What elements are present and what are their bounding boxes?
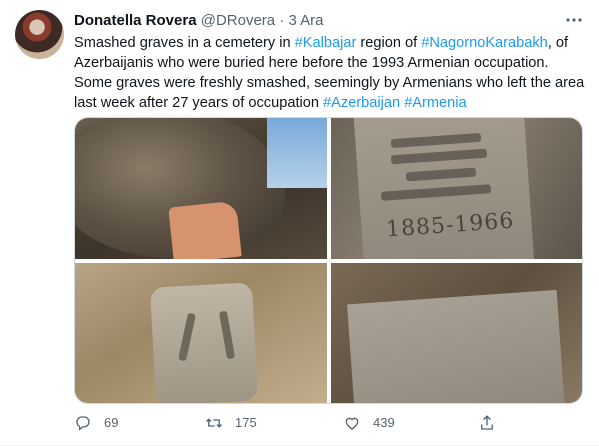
hashtag-link[interactable]: #NagornoKarabakh bbox=[421, 35, 548, 51]
more-horizontal-icon[interactable] bbox=[565, 12, 583, 28]
author-name[interactable]: Donatella Rovera bbox=[74, 12, 197, 29]
tweet-date[interactable]: 3 Ara bbox=[288, 12, 323, 29]
reply-icon bbox=[76, 416, 90, 431]
photo-broken-slab[interactable] bbox=[75, 263, 327, 403]
tweet-text-segment: region of bbox=[356, 35, 422, 51]
media-grid[interactable]: 1885-1966 bbox=[74, 117, 583, 404]
photo-smashed-grave[interactable] bbox=[331, 263, 582, 403]
retweet-button[interactable]: 175 bbox=[205, 413, 257, 433]
tweet-header: Donatella Rovera @DRovera · 3 Ara bbox=[74, 11, 584, 31]
retweet-icon bbox=[206, 418, 222, 428]
author-handle[interactable]: @DRovera bbox=[201, 12, 275, 29]
retweet-count: 175 bbox=[235, 415, 257, 430]
hashtag-link[interactable]: #Kalbajar bbox=[295, 35, 357, 51]
tweet[interactable]: Donatella Rovera @DRovera · 3 Ara Smashe… bbox=[0, 0, 599, 446]
share-icon bbox=[481, 415, 493, 430]
reply-button[interactable]: 69 bbox=[74, 413, 118, 433]
like-count: 439 bbox=[373, 415, 395, 430]
separator: · bbox=[279, 12, 285, 29]
avatar[interactable] bbox=[15, 10, 64, 59]
heart-icon bbox=[345, 417, 359, 430]
photo-engraved-slab[interactable]: 1885-1966 bbox=[331, 118, 582, 259]
reply-count: 69 bbox=[104, 415, 119, 430]
hashtag-link[interactable]: #Azerbaijan bbox=[323, 95, 400, 111]
share-button[interactable] bbox=[478, 413, 496, 433]
hashtag-link[interactable]: #Armenia bbox=[404, 95, 466, 111]
tweet-text-segment: Smashed graves in a cemetery in bbox=[74, 35, 295, 51]
tweet-text: Smashed graves in a cemetery in #Kalbaja… bbox=[74, 33, 589, 113]
photo-gravestone-rock[interactable] bbox=[75, 118, 327, 259]
like-button[interactable]: 439 bbox=[343, 413, 395, 433]
action-bar: 69 175 439 bbox=[0, 413, 599, 433]
